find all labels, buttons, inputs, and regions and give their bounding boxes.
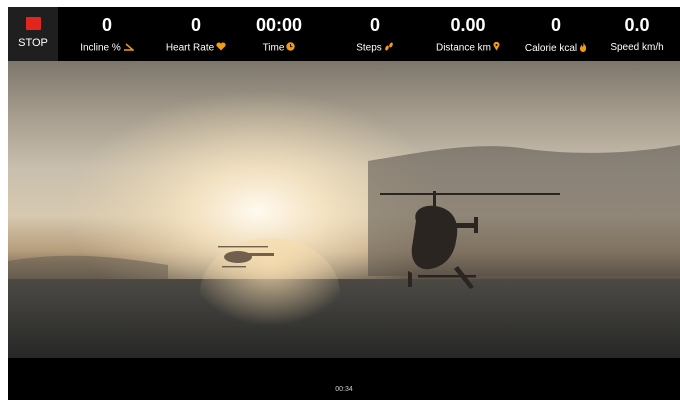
incline-stat: 0 Incline % [62, 7, 152, 61]
treadmill-screen: STOP 0 Incline % 0 Heart Rate 00:00 Time… [8, 7, 680, 400]
stop-icon [25, 17, 41, 30]
heart-rate-value: 0 [190, 15, 201, 35]
calorie-value: 0 [550, 15, 561, 35]
incline-value: 0 [101, 15, 112, 35]
incline-icon [123, 42, 135, 54]
calorie-stat: 0 Calorie kcal [512, 7, 600, 61]
speed-stat: 0.0 Speed km/h [594, 7, 680, 61]
steps-stat: 0 Steps [330, 7, 420, 61]
calorie-label: Calorie kcal [524, 43, 578, 55]
speed-value: 0.0 [624, 15, 650, 35]
distance-icon [493, 41, 500, 54]
workout-stats-bar: STOP 0 Incline % 0 Heart Rate 00:00 Time… [8, 7, 680, 61]
heart-rate-stat: 0 Heart Rate [150, 7, 242, 61]
steps-value: 0 [369, 15, 380, 35]
distance-value: 0.00 [450, 15, 486, 35]
time-stat: 00:00 Time [234, 7, 324, 61]
distance-label: Distance km [435, 42, 491, 54]
stop-label: STOP [18, 37, 48, 49]
steps-label: Steps [356, 42, 382, 54]
video-timestamp: 00:34 [335, 386, 353, 393]
sea [8, 279, 680, 358]
heart-icon [216, 42, 226, 54]
scenic-video[interactable] [8, 61, 680, 358]
video-progress-bar: 00:34 [8, 358, 680, 400]
stop-button[interactable]: STOP [8, 7, 58, 61]
speed-label: Speed km/h [610, 42, 664, 53]
flame-icon [579, 42, 587, 55]
distance-stat: 0.00 Distance km [420, 7, 516, 61]
heart-rate-label: Heart Rate [165, 42, 215, 54]
time-label: Time [262, 42, 285, 54]
time-value: 00:00 [255, 15, 303, 35]
incline-label: Incline % [80, 42, 121, 54]
footsteps-icon [384, 42, 394, 54]
clock-icon [286, 42, 296, 54]
